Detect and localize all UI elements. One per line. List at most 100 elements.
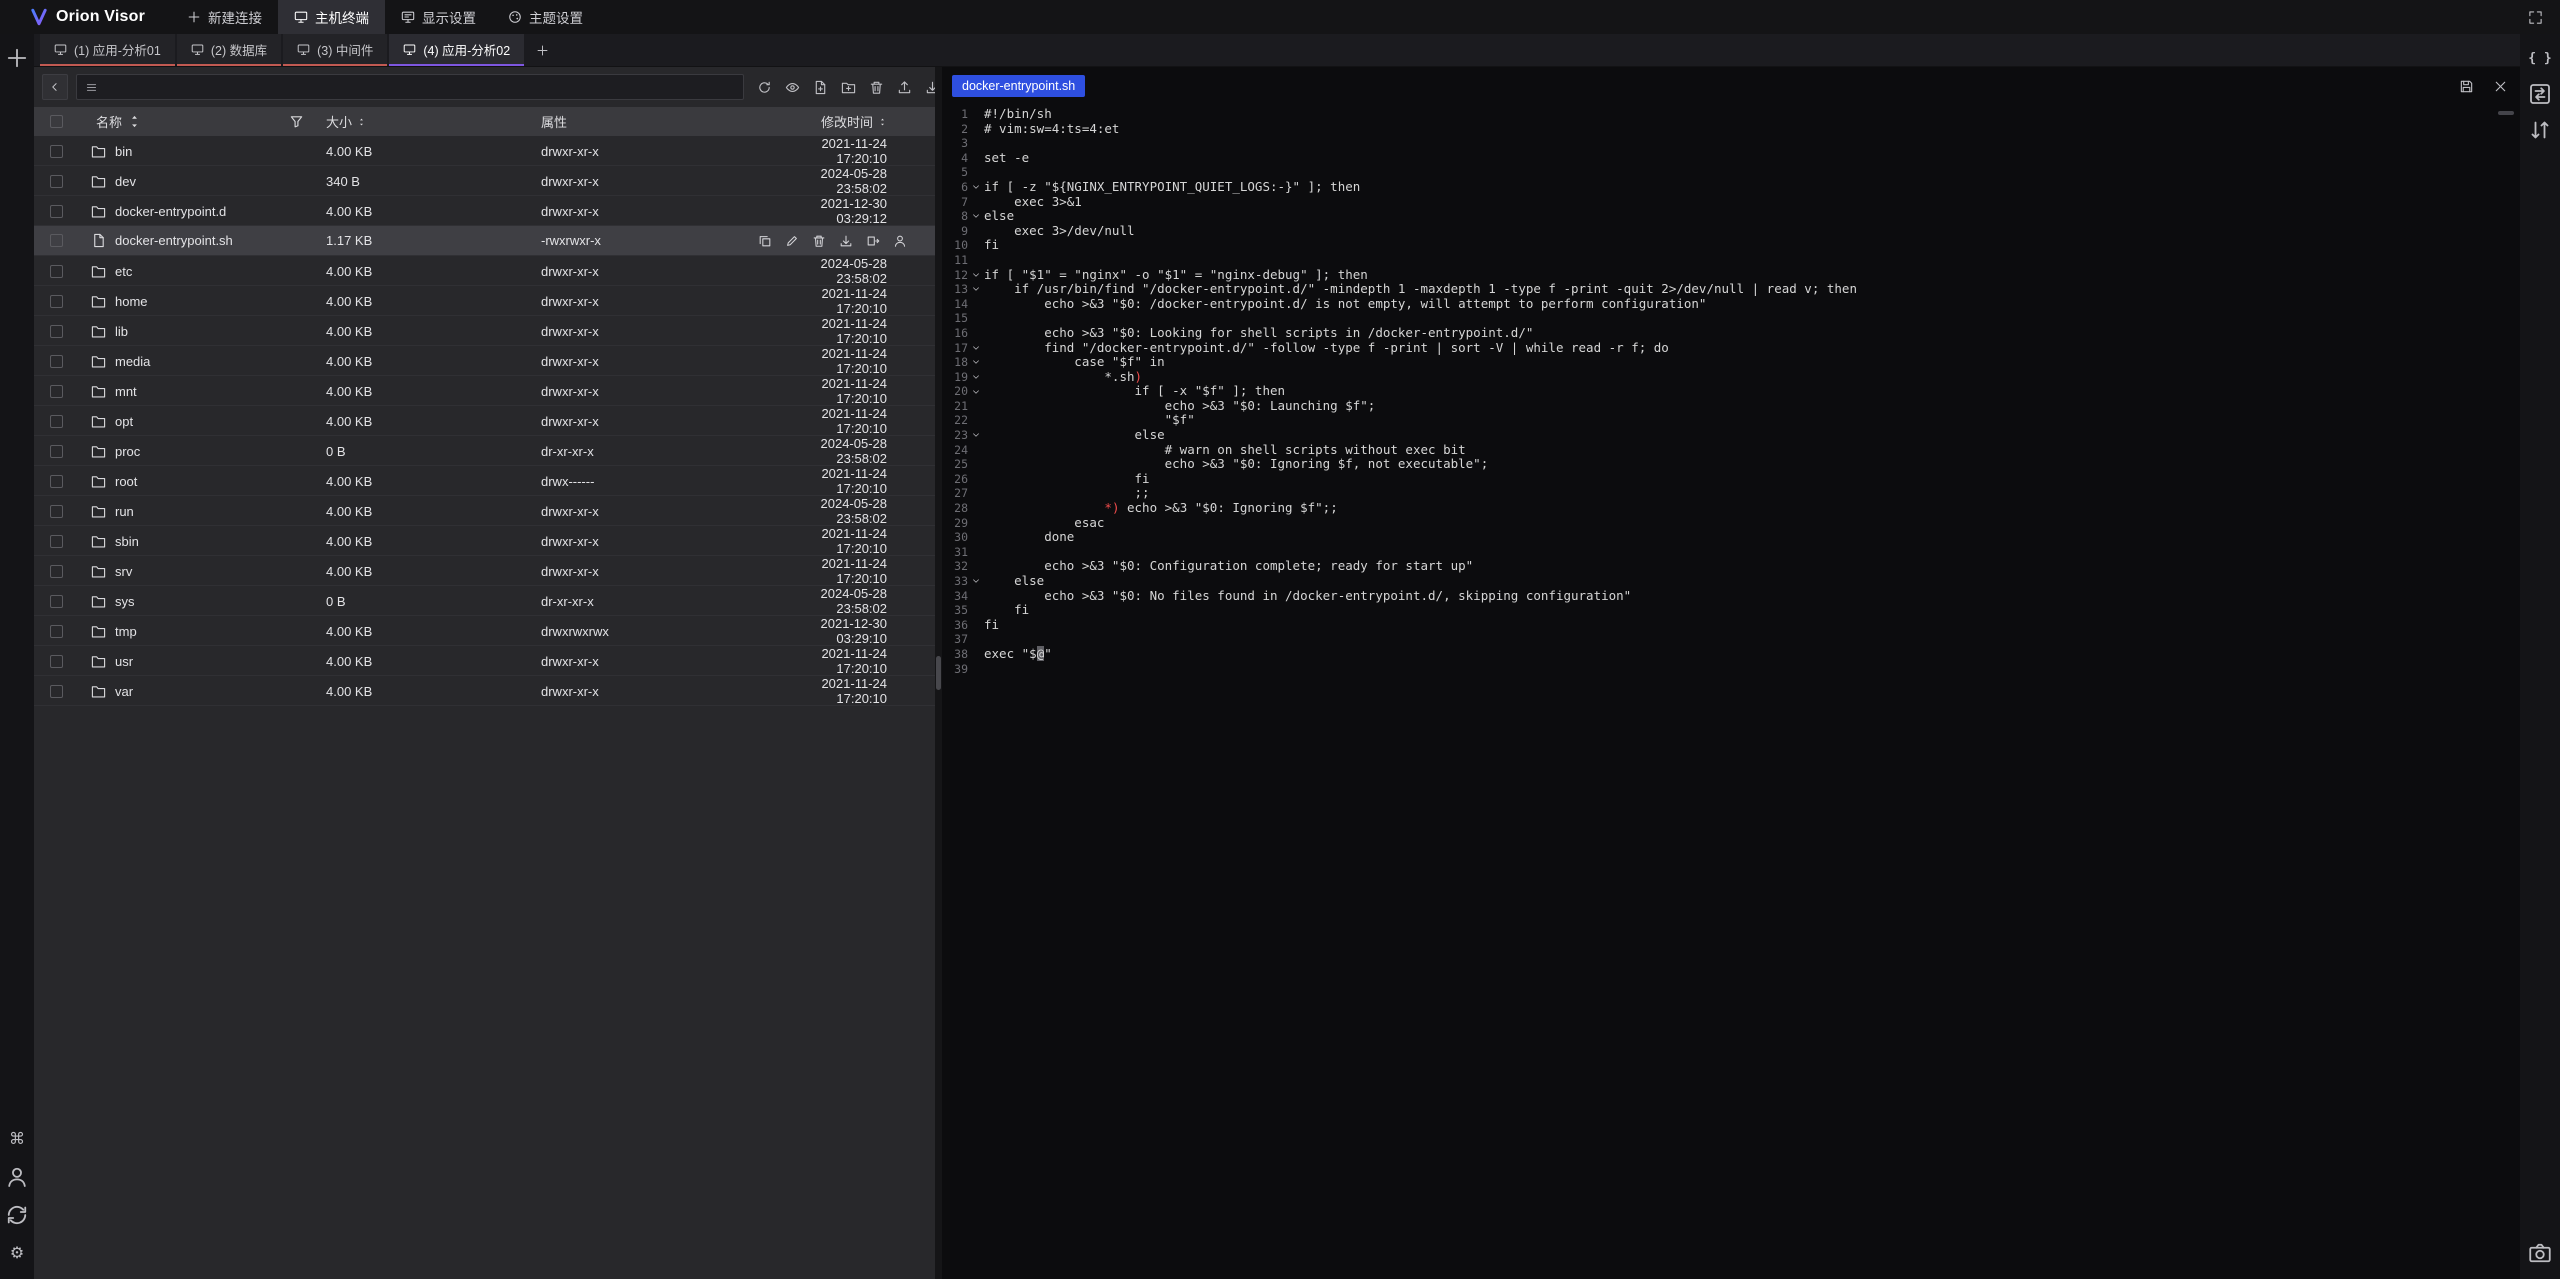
menu-item-2[interactable]: 显示设置: [385, 0, 492, 34]
upload-button[interactable]: [892, 75, 917, 100]
table-row[interactable]: srv4.00 KBdrwxr-xr-x2021-11-24 17:20:10: [34, 556, 935, 586]
filter-button[interactable]: [289, 114, 304, 129]
swap-button[interactable]: [2528, 118, 2552, 142]
fullscreen-button[interactable]: [2523, 5, 2548, 30]
row-checkbox[interactable]: [50, 535, 63, 548]
save-button[interactable]: [2456, 76, 2476, 96]
session-tab-3[interactable]: (3) 中间件: [283, 34, 387, 66]
back-button[interactable]: [42, 74, 68, 100]
sort-size[interactable]: 大小: [326, 112, 366, 131]
table-row[interactable]: root4.00 KBdrwx------2021-11-24 17:20:10: [34, 466, 935, 496]
row-checkbox[interactable]: [50, 325, 63, 338]
row-checkbox[interactable]: [50, 625, 63, 638]
table-row[interactable]: sys0 Bdr-xr-xr-x2024-05-28 23:58:02: [34, 586, 935, 616]
fold-icon[interactable]: [971, 576, 981, 586]
editor-scrollbar[interactable]: [2498, 111, 2514, 115]
table-row[interactable]: proc0 Bdr-xr-xr-x2024-05-28 23:58:02: [34, 436, 935, 466]
new-connection-button[interactable]: [5, 46, 29, 70]
session-tab-4[interactable]: (4) 应用-分析02: [389, 34, 524, 66]
line-number: 11: [942, 253, 968, 268]
sync-button[interactable]: [5, 1203, 29, 1227]
row-checkbox[interactable]: [50, 295, 63, 308]
path-input[interactable]: [104, 80, 735, 94]
row-checkbox[interactable]: [50, 205, 63, 218]
row-checkbox[interactable]: [50, 175, 63, 188]
table-row[interactable]: dev340 Bdrwxr-xr-x2024-05-28 23:58:02: [34, 166, 935, 196]
row-checkbox[interactable]: [50, 145, 63, 158]
session-tab-2[interactable]: (2) 数据库: [177, 34, 281, 66]
file-size: 4.00 KB: [318, 414, 533, 429]
row-user-button[interactable]: [893, 234, 907, 248]
folder-plus-button[interactable]: [836, 75, 861, 100]
fold-icon[interactable]: [971, 343, 981, 353]
refresh-button[interactable]: [752, 75, 777, 100]
select-all-checkbox[interactable]: [50, 115, 63, 128]
table-row[interactable]: mnt4.00 KBdrwxr-xr-x2021-11-24 17:20:10: [34, 376, 935, 406]
table-row[interactable]: tmp4.00 KBdrwxrwxrwx2021-12-30 03:29:10: [34, 616, 935, 646]
path-box: [76, 74, 744, 100]
add-tab-button[interactable]: [526, 34, 558, 66]
row-checkbox[interactable]: [50, 505, 63, 518]
fold-icon[interactable]: [971, 182, 981, 192]
transfer-button[interactable]: [2528, 82, 2552, 106]
panel-splitter[interactable]: [935, 67, 942, 1279]
table-row[interactable]: docker-entrypoint.d4.00 KBdrwxr-xr-x2021…: [34, 196, 935, 226]
row-checkbox[interactable]: [50, 385, 63, 398]
refresh-icon: [757, 80, 772, 95]
row-edit-button[interactable]: [785, 234, 799, 248]
row-download-button[interactable]: [839, 234, 853, 248]
table-row[interactable]: media4.00 KBdrwxr-xr-x2021-11-24 17:20:1…: [34, 346, 935, 376]
menu-item-1[interactable]: 主机终端: [278, 0, 385, 34]
user-button[interactable]: [5, 1165, 29, 1189]
row-checkbox[interactable]: [50, 355, 63, 368]
trash-button[interactable]: [864, 75, 889, 100]
row-trash-button[interactable]: [812, 234, 826, 248]
row-move-button[interactable]: [866, 234, 880, 248]
code-line: 16 echo >&3 "$0: Looking for shell scrip…: [942, 326, 2520, 341]
table-row[interactable]: etc4.00 KBdrwxr-xr-x2024-05-28 23:58:02: [34, 256, 935, 286]
row-checkbox[interactable]: [50, 265, 63, 278]
code-editor[interactable]: 1#!/bin/sh2# vim:sw=4:ts=4:et34set -e56i…: [942, 105, 2520, 1279]
row-checkbox[interactable]: [50, 234, 63, 247]
eye-button[interactable]: [780, 75, 805, 100]
row-checkbox[interactable]: [50, 685, 63, 698]
row-copy-button[interactable]: [758, 234, 772, 248]
fold-icon[interactable]: [971, 357, 981, 367]
menu-item-0[interactable]: 新建连接: [171, 0, 278, 34]
table-row[interactable]: docker-entrypoint.sh1.17 KB-rwxrwxr-x: [34, 226, 935, 256]
menu-item-3[interactable]: 主题设置: [492, 0, 599, 34]
table-row[interactable]: usr4.00 KBdrwxr-xr-x2021-11-24 17:20:10: [34, 646, 935, 676]
file-plus-button[interactable]: [808, 75, 833, 100]
row-checkbox[interactable]: [50, 445, 63, 458]
table-row[interactable]: lib4.00 KBdrwxr-xr-x2021-11-24 17:20:10: [34, 316, 935, 346]
session-tab-1[interactable]: (1) 应用-分析01: [40, 34, 175, 66]
fold-icon[interactable]: [971, 387, 981, 397]
table-row[interactable]: opt4.00 KBdrwxr-xr-x2021-11-24 17:20:10: [34, 406, 935, 436]
sort-name[interactable]: 名称: [96, 112, 142, 131]
row-checkbox[interactable]: [50, 655, 63, 668]
row-checkbox[interactable]: [50, 475, 63, 488]
editor-file-tab[interactable]: docker-entrypoint.sh: [952, 75, 1085, 97]
snippets-button[interactable]: { }: [2528, 46, 2552, 70]
close-editor-button[interactable]: [2490, 76, 2510, 96]
file-name: sys: [115, 594, 135, 609]
row-actions: [758, 226, 907, 255]
code-line: 3: [942, 136, 2520, 151]
fold-icon[interactable]: [971, 270, 981, 280]
row-checkbox[interactable]: [50, 595, 63, 608]
table-row[interactable]: run4.00 KBdrwxr-xr-x2024-05-28 23:58:02: [34, 496, 935, 526]
fold-icon[interactable]: [971, 372, 981, 382]
row-checkbox[interactable]: [50, 565, 63, 578]
fold-icon[interactable]: [971, 430, 981, 440]
screenshot-button[interactable]: [2528, 1241, 2552, 1265]
row-checkbox[interactable]: [50, 415, 63, 428]
command-button[interactable]: ⌘: [5, 1127, 29, 1151]
gear-button[interactable]: ⚙: [5, 1241, 29, 1265]
table-row[interactable]: bin4.00 KBdrwxr-xr-x2021-11-24 17:20:10: [34, 136, 935, 166]
fold-icon[interactable]: [971, 211, 981, 221]
fold-icon[interactable]: [971, 284, 981, 294]
table-row[interactable]: sbin4.00 KBdrwxr-xr-x2021-11-24 17:20:10: [34, 526, 935, 556]
table-row[interactable]: home4.00 KBdrwxr-xr-x2021-11-24 17:20:10: [34, 286, 935, 316]
sort-modified[interactable]: 修改时间: [821, 112, 887, 131]
table-row[interactable]: var4.00 KBdrwxr-xr-x2021-11-24 17:20:10: [34, 676, 935, 706]
